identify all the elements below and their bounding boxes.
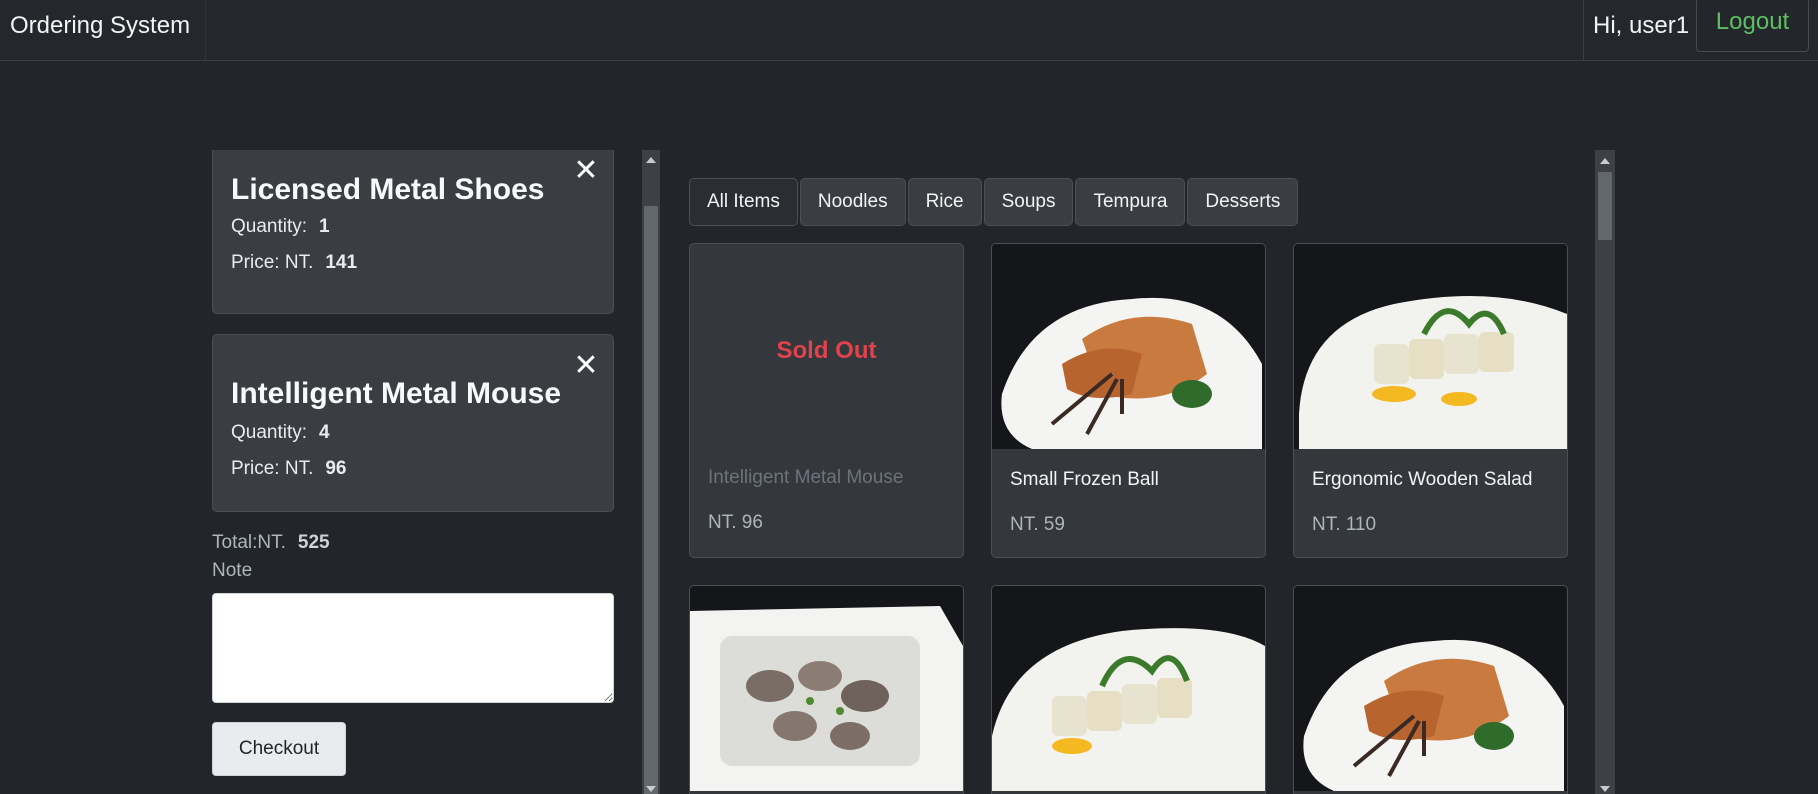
sold-out-label: Sold Out — [776, 337, 877, 364]
tab-soups[interactable]: Soups — [983, 178, 1074, 226]
app-brand[interactable]: Ordering System — [10, 12, 190, 40]
close-icon[interactable]: ✕ — [573, 351, 599, 381]
product-price: NT. 96 — [708, 512, 763, 533]
cart-item: ✕ Licensed Metal Shoes Quantity: 1 Price:… — [212, 150, 614, 314]
product-price: NT. 59 — [1010, 514, 1065, 535]
total-label: Total:NT. — [212, 532, 286, 553]
cart-item-name: Licensed Metal Shoes — [231, 173, 545, 206]
scroll-up-arrow-icon[interactable] — [1600, 158, 1610, 164]
grilled-eel-photo — [1294, 586, 1567, 791]
scrollbar-thumb[interactable] — [1598, 172, 1612, 240]
cart-scrollbar[interactable] — [642, 150, 660, 794]
quantity-label: Quantity: — [231, 422, 308, 443]
product-card[interactable]: Small Frozen Ball NT. 59 — [991, 243, 1266, 558]
product-price: NT. 110 — [1312, 514, 1377, 535]
cart-item-quantity: Quantity: 1 — [231, 216, 330, 238]
close-icon[interactable]: ✕ — [573, 156, 599, 186]
cart-item-price: Price: NT. 96 — [231, 458, 347, 480]
product-name: Ergonomic Wooden Salad — [1312, 469, 1533, 490]
user-greeting: Hi, user1 — [1593, 12, 1690, 39]
sushi-roll-photo — [1294, 244, 1567, 449]
quantity-value: 1 — [319, 216, 330, 237]
tab-rice[interactable]: Rice — [907, 178, 982, 226]
cart-item-price: Price: NT. 141 — [231, 252, 357, 274]
menu-pane: All Items Noodles Rice Soups Tempura Des… — [668, 150, 1595, 794]
cart-item-name: Intelligent Metal Mouse — [231, 377, 562, 410]
menu-scrollbar[interactable] — [1595, 150, 1615, 794]
price-value: 96 — [325, 458, 347, 479]
product-card[interactable]: Sold Out Intelligent Metal Mouse NT. 96 — [689, 243, 964, 558]
cart-item: ✕ Intelligent Metal Mouse Quantity: 4 Pri… — [212, 334, 614, 512]
tab-all-items[interactable]: All Items — [689, 178, 798, 226]
cart-item-quantity: Quantity: 4 — [231, 422, 330, 444]
cart-total: Total:NT. 525 — [212, 532, 330, 554]
product-name: Intelligent Metal Mouse — [708, 467, 904, 488]
navbar: Ordering System Hi, user1 Logout — [0, 0, 1818, 61]
clams-photo — [690, 586, 963, 791]
category-tabs: All Items Noodles Rice Soups Tempura Des… — [689, 178, 1300, 226]
scroll-down-arrow-icon[interactable] — [646, 786, 656, 792]
tab-noodles[interactable]: Noodles — [799, 178, 906, 226]
price-label: Price: NT. — [231, 252, 314, 273]
product-card[interactable]: Ergonomic Wooden Salad NT. 110 — [1293, 243, 1568, 558]
quantity-value: 4 — [319, 422, 330, 443]
sushi-roll-photo — [992, 586, 1265, 791]
product-card[interactable] — [991, 585, 1266, 794]
tab-tempura[interactable]: Tempura — [1075, 178, 1186, 226]
product-name: Small Frozen Ball — [1010, 469, 1159, 490]
brand-divider — [205, 0, 206, 60]
logout-button[interactable]: Logout — [1696, 0, 1809, 52]
quantity-label: Quantity: — [231, 216, 308, 237]
tab-desserts[interactable]: Desserts — [1187, 178, 1299, 226]
price-value: 141 — [325, 252, 358, 273]
note-textarea[interactable] — [212, 593, 614, 703]
grilled-eel-photo — [992, 244, 1265, 449]
scroll-up-arrow-icon[interactable] — [646, 157, 656, 163]
checkout-button[interactable]: Checkout — [212, 722, 346, 776]
scroll-down-arrow-icon[interactable] — [1600, 786, 1610, 792]
scrollbar-thumb[interactable] — [644, 206, 658, 794]
price-label: Price: NT. — [231, 458, 314, 479]
user-divider — [1583, 0, 1584, 60]
product-card[interactable] — [689, 585, 964, 794]
product-card[interactable] — [1293, 585, 1568, 794]
total-value: 525 — [297, 532, 330, 553]
note-label: Note — [212, 560, 253, 581]
